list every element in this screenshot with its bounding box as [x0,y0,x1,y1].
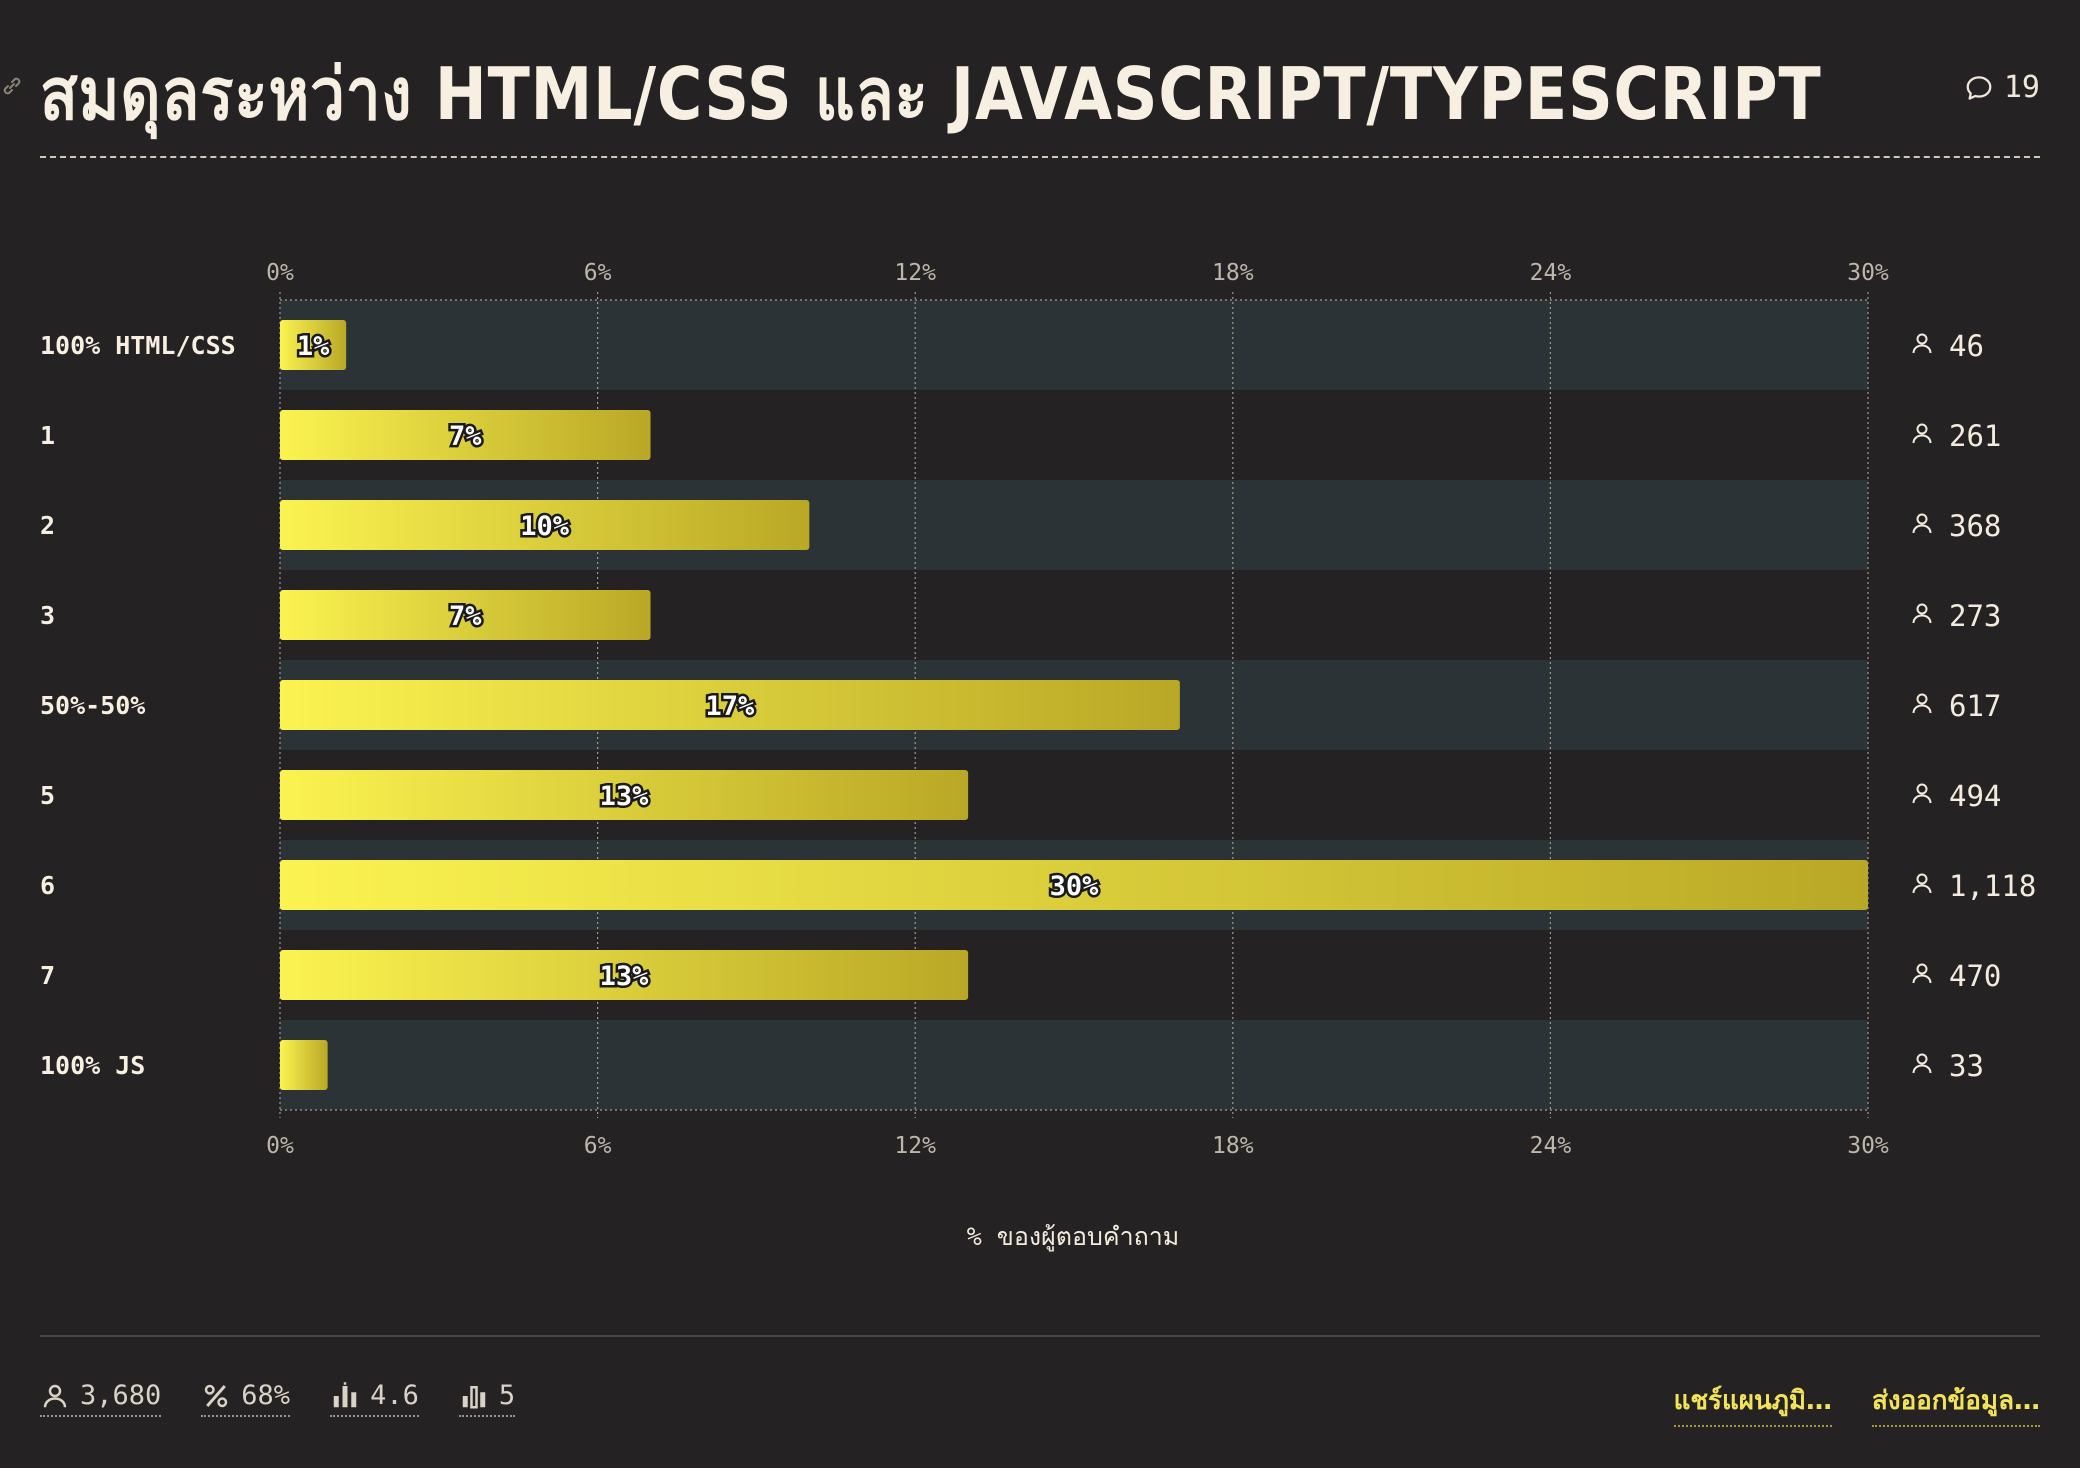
bar-value-label: 7% [449,421,482,452]
user-icon [1912,783,1932,804]
user-icon-body [1912,704,1932,714]
chart-footer: 3,680 68% 4.6 5 แชร์แผนภูมิ… ส่งออกข้อมู… [40,1380,2040,1430]
user-icon-head [1916,963,1928,975]
user-icon-body [1912,524,1932,534]
stat-value: 68% [241,1380,291,1411]
user-icon-head [1916,783,1928,795]
bar-value-label: 7% [449,601,482,632]
category-label: 50%-50% [40,691,145,720]
respondent-count: 33 [1949,1049,1984,1083]
stat-value: 3,680 [80,1380,162,1411]
user-icon-head [1916,423,1928,435]
actions-bar: แชร์แผนภูมิ… ส่งออกข้อมูล… [1673,1380,2040,1427]
x-tick-label-bottom: 0% [266,1133,294,1159]
user-icon [1912,603,1932,624]
user-icon-head [1916,873,1928,885]
percentage-stat[interactable]: 68% [201,1380,291,1417]
footer-divider [40,1335,2040,1337]
category-label: 2 [40,511,55,540]
category-label: 100% JS [40,1051,145,1080]
x-tick-label-top: 30% [1847,260,1889,286]
user-icon-body [1912,1064,1932,1074]
bar-value-label: 13% [600,961,650,992]
user-icon-head [1916,333,1928,345]
user-icon [1912,513,1932,534]
respondent-count: 470 [1949,959,2001,993]
user-icon [1912,423,1932,444]
respondents-stat[interactable]: 3,680 [40,1380,162,1417]
stat-value: 5 [498,1380,516,1411]
bar-value-label: 30% [1050,871,1100,902]
stats-bar: 3,680 68% 4.6 5 [40,1380,516,1417]
user-icon-body [1912,614,1932,624]
x-axis-title: % ของผู้ตอบคำถาม [967,1222,1180,1252]
x-tick-label-top: 12% [894,260,936,286]
category-label: 100% HTML/CSS [40,331,236,360]
bar-value-label: 17% [706,691,756,722]
x-tick-label-top: 0% [266,260,294,286]
bar-chart-icon [333,1381,357,1407]
user-icon [1912,693,1932,714]
x-tick-label-bottom: 6% [584,1133,612,1159]
user-icon-body [1912,974,1932,984]
x-tick-label-bottom: 12% [894,1133,936,1159]
respondent-count: 273 [1949,599,2001,633]
average-stat[interactable]: 4.6 [330,1380,419,1417]
user-icon [1912,333,1932,354]
percent-icon [205,1384,228,1407]
category-label: 5 [40,781,55,810]
respondent-count: 261 [1949,419,2001,453]
user-icon-body [1912,794,1932,804]
user-icon-body [1912,884,1932,894]
x-tick-label-top: 24% [1530,260,1572,286]
x-tick-label-top: 18% [1212,260,1254,286]
share-chart-link[interactable]: แชร์แผนภูมิ… [1673,1380,1832,1427]
respondent-count: 368 [1949,509,2001,543]
bar-value-label: 13% [600,781,650,812]
row-band [280,300,1868,390]
user-icon-body [1912,344,1932,354]
user-icon [1912,873,1932,894]
user-icon [1912,963,1932,984]
median-chart-icon [462,1385,486,1408]
respondent-count: 46 [1949,329,1984,363]
user-icon-body [1912,434,1932,444]
stat-value: 4.6 [370,1380,419,1411]
median-stat[interactable]: 5 [458,1380,516,1417]
export-data-link[interactable]: ส่งออกข้อมูล… [1872,1380,2040,1427]
category-label: 3 [40,601,55,630]
user-icon-head [1916,1053,1928,1065]
user-icon-head [1916,603,1928,615]
category-label: 1 [40,421,55,450]
bar-value-label: 1% [297,331,330,362]
bar [280,1040,328,1090]
user-icon-head [1916,513,1928,525]
user-icon [43,1384,67,1407]
category-label: 6 [40,871,55,900]
respondent-count: 617 [1949,689,2001,723]
x-tick-label-bottom: 24% [1530,1133,1572,1159]
respondent-count: 1,118 [1949,869,2036,903]
respondent-count: 494 [1949,779,2001,813]
x-tick-label-bottom: 30% [1847,1133,1889,1159]
user-icon [1912,1053,1932,1074]
bar-chart: 0% 6% 12% 18% 24% 30% 0% 6% 12% 18% 24% 30% 1% 7% 10… [40,260,2036,1252]
bar-value-label: 10% [520,511,570,542]
x-tick-label-bottom: 18% [1212,1133,1254,1159]
category-label: 7 [40,961,55,990]
row-band [280,1020,1868,1110]
user-icon-head [1916,693,1928,705]
x-tick-label-top: 6% [584,260,612,286]
